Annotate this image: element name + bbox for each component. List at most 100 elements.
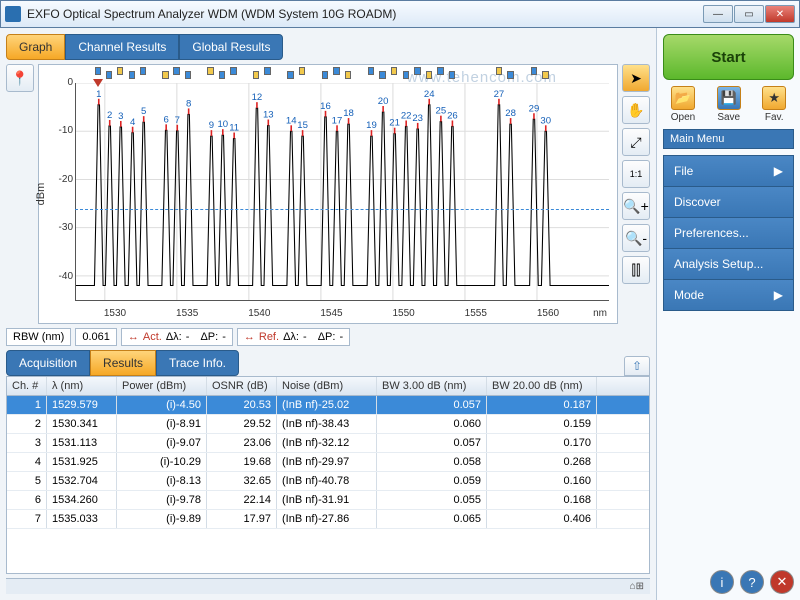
connection-icon: ⌂⊞ (630, 581, 644, 592)
view-tabs: Graph Channel Results Global Results (6, 34, 650, 60)
svg-text:21: 21 (389, 118, 400, 128)
results-table[interactable]: Ch. # λ (nm) Power (dBm) OSNR (dB) Noise… (6, 376, 650, 574)
channel-marker-tool[interactable]: ⫿⫿ (622, 256, 650, 284)
svg-text:1: 1 (96, 89, 101, 99)
close-button[interactable]: ✕ (765, 5, 795, 23)
table-row[interactable]: 41531.925(i)-10.2919.68(InB nf)-29.970.0… (7, 453, 649, 472)
tab-results[interactable]: Results (90, 350, 156, 376)
marker-line[interactable] (75, 209, 609, 210)
chevron-right-icon: ▶ (774, 164, 783, 178)
peak-marker-tool[interactable]: 📍 (6, 64, 34, 92)
svg-text:3: 3 (118, 111, 123, 121)
menu-preferences[interactable]: Preferences... (663, 218, 794, 249)
tab-trace-info[interactable]: Trace Info. (156, 350, 239, 376)
svg-text:9: 9 (209, 120, 214, 130)
svg-text:18: 18 (343, 108, 354, 118)
menu-discover[interactable]: Discover (663, 187, 794, 218)
pan-tool[interactable]: ✋ (622, 96, 650, 124)
sidebar: Start 📂Open 💾Save ★Fav. Main Menu File▶ … (656, 28, 800, 600)
menu-mode[interactable]: Mode▶ (663, 280, 794, 311)
tab-acquisition[interactable]: Acquisition (6, 350, 90, 376)
table-row[interactable]: 31531.113(i)-9.0723.06(InB nf)-32.120.05… (7, 434, 649, 453)
svg-text:30: 30 (540, 116, 551, 126)
table-header: Ch. # λ (nm) Power (dBm) OSNR (dB) Noise… (7, 377, 649, 396)
col-bw3[interactable]: BW 3.00 dB (nm) (377, 377, 487, 395)
left-toolbar: 📍 (6, 64, 34, 324)
spectrum-svg: 1234567891011121314151617181920212223242… (76, 83, 609, 300)
table-row[interactable]: 61534.260(i)-9.7822.14(InB nf)-31.910.05… (7, 491, 649, 510)
col-wl[interactable]: λ (nm) (47, 377, 117, 395)
svg-text:17: 17 (332, 116, 343, 126)
table-row[interactable]: 51532.704(i)-8.1332.65(InB nf)-40.780.05… (7, 472, 649, 491)
tab-channel-results[interactable]: Channel Results (65, 34, 179, 60)
svg-text:4: 4 (130, 117, 135, 127)
svg-text:12: 12 (252, 93, 263, 103)
svg-text:7: 7 (175, 115, 180, 125)
zoom-reset-tool[interactable]: 1:1 (622, 160, 650, 188)
titlebar: EXFO Optical Spectrum Analyzer WDM (WDM … (0, 0, 800, 28)
y-axis-label: dBm (35, 183, 47, 206)
svg-text:8: 8 (186, 99, 191, 109)
help-button[interactable]: ? (740, 570, 764, 594)
table-row[interactable]: 11529.579(i)-4.5020.53(InB nf)-25.020.05… (7, 396, 649, 415)
svg-text:25: 25 (436, 106, 447, 116)
svg-text:16: 16 (320, 101, 331, 111)
svg-text:14: 14 (286, 116, 297, 126)
svg-text:15: 15 (297, 120, 308, 130)
footer-bar: ⌂⊞ (6, 578, 650, 594)
menu-analysis-setup[interactable]: Analysis Setup... (663, 249, 794, 280)
open-button[interactable]: 📂Open (671, 86, 695, 123)
svg-text:5: 5 (141, 106, 146, 116)
active-group: ↔Act. Δλ: - ΔP: - (121, 328, 233, 346)
rbw-cell: RBW (nm) (6, 328, 71, 346)
result-tabs: Acquisition Results Trace Info. (6, 350, 239, 376)
col-bw20[interactable]: BW 20.00 dB (nm) (487, 377, 597, 395)
save-icon: 💾 (717, 86, 741, 110)
svg-text:11: 11 (229, 123, 239, 133)
col-osnr[interactable]: OSNR (dB) (207, 377, 277, 395)
svg-text:29: 29 (529, 104, 540, 114)
maximize-button[interactable]: ▭ (734, 5, 764, 23)
tab-global-results[interactable]: Global Results (179, 34, 283, 60)
status-bar: RBW (nm) 0.061 ↔Act. Δλ: - ΔP: - ↔Ref. Δ… (6, 328, 650, 346)
chevron-right-icon: ▶ (774, 288, 783, 302)
start-button[interactable]: Start (663, 34, 794, 80)
table-row[interactable]: 71535.033(i)-9.8917.97(InB nf)-27.860.06… (7, 510, 649, 529)
svg-text:2: 2 (107, 110, 112, 120)
cursor-tool[interactable]: ➤ (622, 64, 650, 92)
menu-file[interactable]: File▶ (663, 155, 794, 187)
tab-graph[interactable]: Graph (6, 34, 65, 60)
svg-text:10: 10 (217, 120, 228, 130)
svg-text:24: 24 (424, 89, 435, 99)
info-button[interactable]: i (710, 570, 734, 594)
zoom-out-tool[interactable]: 🔍- (622, 224, 650, 252)
col-ch[interactable]: Ch. # (7, 377, 47, 395)
svg-text:13: 13 (263, 110, 274, 120)
svg-text:26: 26 (447, 111, 458, 121)
main-menu-header: Main Menu (663, 129, 794, 149)
minimize-button[interactable]: — (703, 5, 733, 23)
svg-text:27: 27 (494, 89, 505, 99)
svg-text:28: 28 (505, 108, 516, 118)
expand-panel-button[interactable]: ⇧ (624, 356, 650, 376)
star-icon: ★ (762, 86, 786, 110)
save-button[interactable]: 💾Save (717, 86, 741, 123)
folder-open-icon: 📂 (671, 86, 695, 110)
rbw-value: 0.061 (75, 328, 117, 346)
svg-text:6: 6 (164, 115, 169, 125)
table-row[interactable]: 21530.341(i)-8.9129.52(InB nf)-38.430.06… (7, 415, 649, 434)
spectrum-chart[interactable]: www.tehencom.com dBm 1234567891011121314… (38, 64, 618, 324)
col-power[interactable]: Power (dBm) (117, 377, 207, 395)
zoom-in-tool[interactable]: 🔍+ (622, 192, 650, 220)
exit-button[interactable]: ✕ (770, 570, 794, 594)
main-menu: File▶ Discover Preferences... Analysis S… (663, 155, 794, 311)
plot-area[interactable]: 1234567891011121314151617181920212223242… (75, 83, 609, 301)
svg-text:19: 19 (366, 120, 377, 130)
ref-group: ↔Ref. Δλ: - ΔP: - (237, 328, 350, 346)
svg-text:20: 20 (378, 96, 389, 106)
svg-text:23: 23 (412, 113, 423, 123)
col-noise[interactable]: Noise (dBm) (277, 377, 377, 395)
favorite-button[interactable]: ★Fav. (762, 86, 786, 123)
channel-indicator-bar (75, 67, 609, 79)
zoom-fit-tool[interactable]: ⤢ (622, 128, 650, 156)
